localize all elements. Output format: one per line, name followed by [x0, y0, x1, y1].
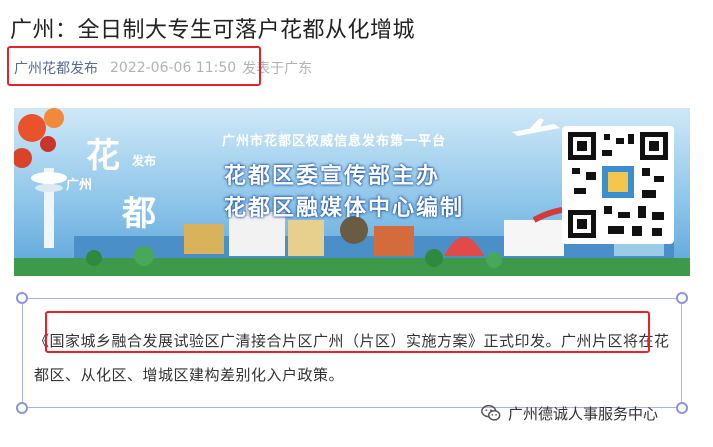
banner-platform-text: 广州市花都区权威信息发布第一平台: [222, 134, 447, 149]
banner-headline-1: 花都区委宣传部主办: [224, 164, 441, 189]
banner-image: 花 都 广州 发布 广州市花都区权威信息发布第一平台 花都区委宣传部主办 花都区…: [14, 108, 690, 276]
highlight-box-author: [7, 46, 261, 86]
frame-corner-ornament-icon: [16, 402, 28, 414]
logo-guangzhou: 广州: [66, 178, 93, 193]
frame-corner-ornament-icon: [676, 402, 688, 414]
frame-corner-ornament-icon: [16, 292, 28, 304]
highlight-box-policy: [45, 311, 650, 353]
account-watermark: 广州德诚人事服务中心: [480, 402, 658, 424]
logo-fabu: 发布: [132, 154, 157, 168]
banner-headline-2: 花都区融媒体中心编制: [224, 196, 465, 221]
frame-corner-ornament-icon: [676, 292, 688, 304]
watermark-text: 广州德诚人事服务中心: [508, 404, 659, 423]
wechat-icon: [481, 404, 501, 421]
qr-code-icon: [562, 126, 674, 244]
logo-du-char: 都: [122, 194, 156, 234]
logo-hua-char: 花: [86, 136, 120, 176]
article-title: 广州：全日制大专生可落户花都从化增城: [10, 18, 416, 43]
